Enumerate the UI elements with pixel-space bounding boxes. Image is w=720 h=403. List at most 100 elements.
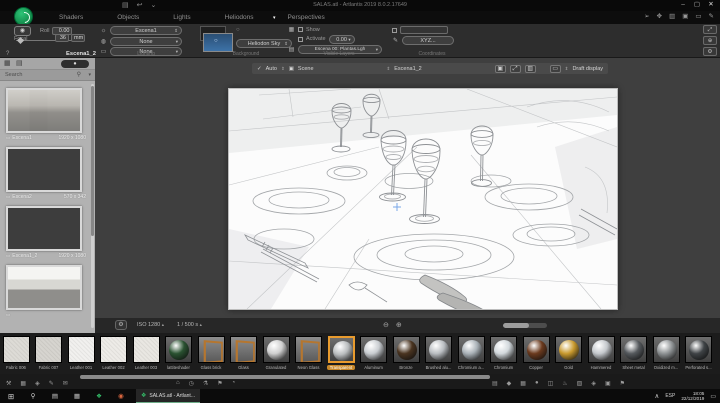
menu-item[interactable]: Objects (100, 11, 156, 24)
category-icon-9[interactable]: ▣ (605, 380, 611, 387)
coords-checkbox[interactable] (392, 27, 397, 33)
tray-chevron-icon[interactable]: ∧ (655, 392, 660, 400)
category-icon-5[interactable]: ◫ (548, 380, 554, 387)
material-thumbnail[interactable] (360, 336, 387, 363)
clock[interactable]: 18:05 22/12/2019 (681, 391, 704, 402)
activate-value[interactable]: 0.00 ▾ (328, 34, 355, 44)
material-item[interactable]: Hammered (587, 336, 615, 374)
zoom-in-icon[interactable]: ⊕ (396, 321, 402, 329)
settings-icon[interactable]: ⚙ (703, 47, 717, 56)
target-icon[interactable]: ⊕ (703, 36, 717, 45)
material-thumbnail[interactable] (620, 336, 647, 363)
material-item[interactable]: Fabric 006 (2, 336, 30, 374)
material-item[interactable]: Leather 002 (100, 336, 128, 374)
task-view-icon[interactable]: ▤ (44, 392, 66, 400)
material-item[interactable]: lattiteshader (165, 336, 193, 374)
category-icon-4[interactable]: ● (535, 380, 539, 387)
material-thumbnail[interactable] (490, 336, 517, 363)
catalog-scrollbar[interactable] (80, 375, 490, 379)
sidebar-search[interactable]: Search ⚲ ▾ (0, 70, 95, 81)
lighting-dropdown[interactable]: Escena1 ⇕ (110, 26, 182, 35)
lighting-dropdown[interactable]: None ▾ (110, 36, 182, 46)
material-item[interactable]: Chromium a... (457, 336, 485, 374)
update-view-icon[interactable]: ▣ (494, 64, 506, 73)
taskbar-search-icon[interactable]: ⚲ (22, 392, 44, 400)
iso-value[interactable]: ISO 1280 (137, 322, 160, 328)
lab-icon[interactable]: ⚗ (203, 380, 208, 387)
preview-icon[interactable]: ▥ (524, 64, 536, 73)
material-item[interactable]: Chromium (490, 336, 518, 374)
material-item[interactable]: Aluminum (360, 336, 388, 374)
camera-button[interactable]: ◉ (14, 26, 31, 36)
perspectives-caret-icon[interactable]: ▾ (273, 15, 276, 21)
auto-label[interactable]: Auto (266, 66, 277, 72)
move-icon[interactable]: ✥ (657, 12, 662, 20)
fit-view-icon[interactable]: ⤢ (509, 64, 521, 73)
heliodon-preview-thumb[interactable] (203, 33, 233, 52)
material-item[interactable]: Fabric 007 (35, 336, 63, 374)
category-icon-1[interactable]: ▤ (492, 380, 498, 387)
material-item[interactable]: Glass (230, 336, 258, 374)
material-item[interactable]: Leather 003 (132, 336, 160, 374)
category-icon-10[interactable]: ⚑ (620, 380, 625, 387)
material-thumbnail[interactable] (392, 336, 420, 363)
render-viewport[interactable] (228, 88, 618, 320)
filter-caret-icon[interactable]: ▾ (88, 72, 91, 78)
material-thumbnail[interactable] (652, 336, 680, 363)
xyz-button[interactable]: XYZ... (402, 35, 454, 45)
material-item[interactable]: Brushed alu... (425, 336, 453, 374)
menu-item[interactable]: Shaders (42, 11, 100, 24)
calculator-icon[interactable]: ▦ (66, 392, 88, 400)
focal-input[interactable]: 36 (55, 34, 69, 42)
clock-icon[interactable]: ◷ (189, 380, 194, 387)
menu-item[interactable]: Heliodons (208, 11, 271, 24)
material-thumbnail[interactable] (425, 336, 452, 363)
expand-icon[interactable]: ⤢ (703, 25, 717, 34)
camera-selector[interactable]: Escena1_2 (394, 66, 422, 72)
material-thumbnail[interactable] (295, 336, 322, 363)
material-thumbnail[interactable] (262, 336, 290, 363)
perspective-thumbnail[interactable] (6, 88, 82, 133)
browser-icon[interactable]: ◉ (110, 392, 132, 400)
perspective-list-item[interactable]: ▭ Escena2 570 x 342 (6, 147, 86, 200)
app-icon-green[interactable]: ❖ (88, 392, 110, 400)
perspective-thumbnail[interactable] (6, 147, 82, 192)
list-view-icon[interactable]: ▤ (16, 59, 23, 67)
maximize-button[interactable]: ▢ (690, 0, 704, 10)
cursor-icon[interactable]: ➢ (644, 12, 649, 20)
perspective-thumbnail[interactable] (6, 206, 82, 251)
duplicate-icon[interactable]: ▥ (669, 12, 675, 20)
active-task-button[interactable]: ❖ SALAS.atl - Artlant... (136, 389, 200, 403)
radio-icon[interactable]: ○ (236, 27, 240, 33)
display-mode-selector[interactable]: Draft display (572, 66, 603, 72)
material-thumbnail[interactable] (35, 336, 62, 363)
material-thumbnail[interactable] (67, 336, 95, 363)
category-icon-6[interactable]: ♨ (562, 380, 567, 387)
auto-check-icon[interactable]: ✓ (257, 66, 262, 72)
zoom-out-icon[interactable]: ⊖ (383, 321, 389, 329)
material-thumbnail[interactable] (587, 336, 615, 363)
material-thumbnail[interactable] (230, 336, 257, 363)
shutter-value[interactable]: 1 / 500 s (177, 322, 198, 328)
perspective-list-item[interactable]: ▭ (6, 265, 86, 318)
catalog-icon[interactable]: ▣ (682, 12, 688, 20)
display-mode-icon[interactable]: ▭ (549, 64, 561, 73)
category-icon-8[interactable]: ◈ (591, 380, 596, 387)
close-button[interactable]: ✕ (704, 0, 718, 10)
material-item[interactable]: Copper (522, 336, 550, 374)
material-item[interactable]: Leather 001 (67, 336, 95, 374)
material-thumbnail[interactable] (457, 336, 485, 363)
material-thumbnail[interactable] (165, 336, 192, 363)
grid-icon[interactable]: ▦ (20, 380, 26, 387)
material-thumbnail[interactable] (555, 336, 582, 363)
background-dropdown[interactable]: Heliodon Sky ⇕ (236, 39, 292, 48)
diamond-icon[interactable]: ◈ (35, 380, 40, 387)
category-icon-3[interactable]: ▦ (520, 380, 526, 387)
category-icon-2[interactable]: ◆ (507, 380, 512, 387)
material-item[interactable]: Neon Glass (295, 336, 323, 374)
notification-center-icon[interactable]: ▭ (710, 393, 716, 400)
category-icon-7[interactable]: ▧ (577, 380, 583, 387)
material-thumbnail[interactable] (685, 336, 712, 363)
language-indicator[interactable]: ESP (665, 393, 675, 399)
show-checkbox[interactable] (298, 27, 303, 32)
